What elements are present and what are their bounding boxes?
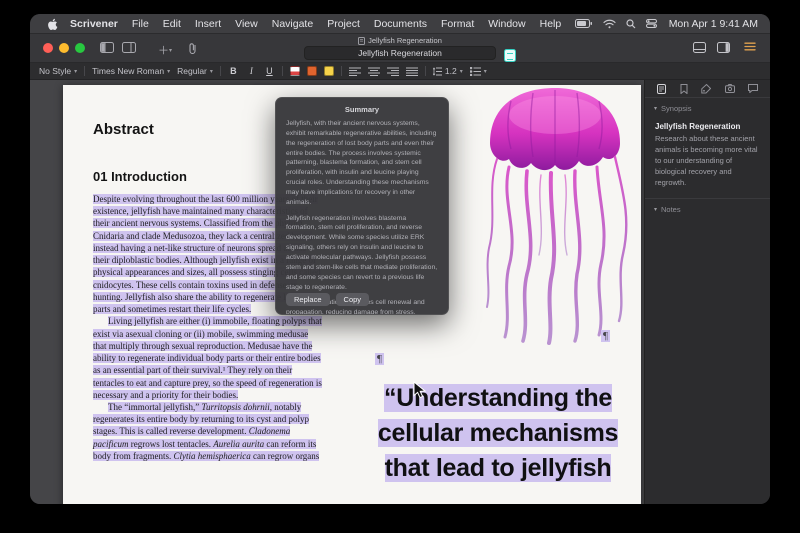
notes-section-header[interactable]: ▾ Notes (645, 198, 770, 218)
mouse-cursor (413, 381, 426, 399)
replace-button[interactable]: Replace (286, 293, 330, 306)
chevron-down-icon: ▾ (460, 68, 463, 75)
menu-item-navigate[interactable]: Navigate (265, 18, 320, 30)
window-title: Jellyfish Regeneration (368, 36, 442, 45)
comments-tab-icon[interactable] (748, 84, 758, 93)
layouts-icon[interactable] (122, 42, 136, 53)
paperclip-icon[interactable] (188, 42, 197, 54)
close-button[interactable] (43, 43, 53, 53)
minimize-button[interactable] (59, 43, 69, 53)
menu-item-documents[interactable]: Documents (367, 18, 434, 30)
menu-item-view[interactable]: View (228, 18, 265, 30)
display: Scrivener File Edit Insert View Navigate… (30, 14, 770, 504)
inspector-tabs (645, 80, 770, 98)
inspector-toggle-icon[interactable] (717, 42, 730, 53)
inspector-panel: ▾ Synopsis Jellyfish Regeneration Resear… (644, 80, 770, 504)
apple-menu-icon[interactable] (47, 17, 58, 30)
zoom-button[interactable] (75, 43, 85, 53)
toolbar-menu-icon[interactable] (744, 42, 756, 51)
paragraph: The “immortal jellyfish,” Turritopsis do… (93, 401, 322, 462)
menu-item-help[interactable]: Help (533, 18, 569, 30)
chevron-down-icon: ▾ (484, 68, 487, 75)
document-tab[interactable]: Jellyfish Regeneration (295, 35, 505, 46)
summary-title: Summary (276, 98, 448, 119)
copy-button[interactable]: Copy (336, 293, 370, 306)
line-spacing-dropdown[interactable]: 1.2▾ (433, 66, 463, 76)
pilcrow-mark: ¶ (375, 353, 384, 365)
chevron-down-icon: ▾ (654, 206, 657, 213)
list-style-dropdown[interactable]: ▾ (470, 67, 487, 76)
text-color-button[interactable] (290, 66, 300, 76)
align-center-button[interactable] (368, 67, 380, 76)
font-dropdown[interactable]: Times New Roman▾ (92, 66, 170, 76)
chevron-down-icon: ▾ (654, 105, 657, 112)
list-icon (470, 67, 481, 76)
align-right-button[interactable] (387, 67, 399, 76)
menubar-clock[interactable]: Mon Apr 1 9:41 AM (662, 18, 758, 30)
synopsis-section-header[interactable]: ▾ Synopsis (645, 98, 770, 117)
italic-button[interactable]: I (246, 66, 257, 76)
menu-item-insert[interactable]: Insert (188, 18, 228, 30)
document-icon (358, 37, 365, 45)
align-left-button[interactable] (349, 67, 361, 76)
search-icon[interactable] (626, 19, 636, 29)
synopsis-text[interactable]: Research about these ancient animals is … (645, 134, 770, 198)
paragraph: Living jellyfish are either (i) immobile… (93, 315, 322, 401)
font-weight-dropdown[interactable]: Regular▾ (177, 66, 213, 76)
page-title: Abstract (93, 121, 154, 138)
format-bar: No Style▾ Times New Roman▾ Regular▾ B I … (30, 63, 770, 80)
battery-icon[interactable] (575, 19, 593, 28)
menu-item-format[interactable]: Format (434, 18, 481, 30)
bold-button[interactable]: B (228, 66, 239, 76)
document-title-field[interactable]: Jellyfish Regeneration (304, 46, 496, 60)
add-item-icon[interactable]: ＋▾ (158, 42, 172, 58)
menu-item-project[interactable]: Project (320, 18, 367, 30)
metadata-tab-icon[interactable] (701, 84, 711, 94)
underline-button[interactable]: U (264, 66, 275, 76)
menu-item-file[interactable]: File (125, 18, 156, 30)
ai-summary-popup: Summary Jellyfish, with their ancient ne… (275, 97, 449, 315)
notes-tab-icon[interactable] (657, 84, 666, 94)
pull-quote[interactable]: “Understanding the cellular mechanisms t… (373, 381, 623, 486)
highlight-marker-button[interactable] (324, 66, 334, 76)
align-justify-button[interactable] (406, 67, 418, 76)
snapshots-tab-icon[interactable] (725, 84, 735, 93)
menu-item-edit[interactable]: Edit (156, 18, 188, 30)
menu-item-window[interactable]: Window (481, 18, 532, 30)
window-title-bar: ＋▾ Jellyfish Regeneration Jellyfish Rege… (30, 34, 770, 63)
summary-paragraph: Jellyfish regeneration involves blastema… (276, 214, 448, 293)
bookmarks-tab-icon[interactable] (680, 84, 688, 94)
summary-paragraph: Jellyfish, with their ancient nervous sy… (276, 119, 448, 208)
pilcrow-mark: ¶ (601, 330, 610, 342)
control-center-icon[interactable] (646, 19, 657, 28)
copyholder-icon[interactable] (693, 42, 706, 53)
binder-toggle-icon[interactable] (100, 42, 114, 53)
synopsis-document-title: Jellyfish Regeneration (645, 117, 770, 134)
menu-bar: Scrivener File Edit Insert View Navigate… (30, 14, 770, 34)
chevron-down-icon: ▾ (167, 68, 170, 75)
style-dropdown[interactable]: No Style▾ (39, 66, 77, 76)
chevron-down-icon: ▾ (74, 68, 77, 75)
menu-item-scrivener[interactable]: Scrivener (63, 18, 125, 30)
line-spacing-icon (433, 67, 442, 76)
chevron-down-icon: ▾ (210, 68, 213, 75)
window-title-group: Jellyfish Regeneration Jellyfish Regener… (295, 35, 505, 60)
wifi-icon[interactable] (603, 19, 616, 29)
highlight-color-button[interactable] (307, 66, 317, 76)
main-content: Abstract 01 Introduction Despite evolvin… (30, 80, 770, 504)
section-heading: 01 Introduction (93, 169, 187, 184)
quick-reference-icon[interactable] (504, 49, 516, 62)
